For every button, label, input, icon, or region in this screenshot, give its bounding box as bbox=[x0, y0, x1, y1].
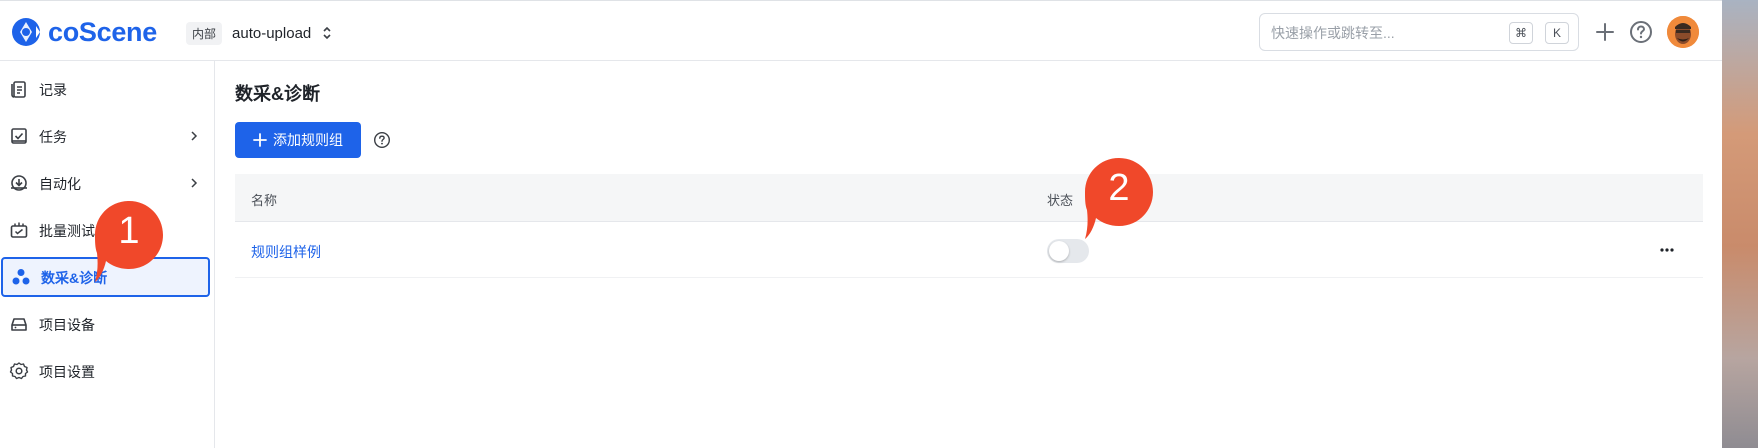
column-header-name: 名称 bbox=[251, 193, 278, 208]
tasks-icon bbox=[11, 128, 27, 144]
add-rule-group-label: 添加规则组 bbox=[273, 132, 343, 148]
annotation-number: 2 bbox=[1108, 167, 1130, 209]
plus-icon[interactable] bbox=[1592, 19, 1618, 45]
project-visibility-badge: 内部 bbox=[186, 21, 223, 45]
annotation-number: 1 bbox=[118, 210, 140, 252]
devices-icon bbox=[11, 318, 27, 331]
sidebar-item-tasks[interactable]: 任务 bbox=[0, 116, 211, 156]
sidebar-item-settings[interactable]: 项目设置 bbox=[0, 351, 211, 391]
table-header: 名称 状态 bbox=[235, 174, 1703, 222]
batch-test-icon bbox=[10, 222, 28, 238]
sidebar-item-label: 任务 bbox=[39, 129, 67, 145]
project-switcher[interactable]: 内部 auto-upload bbox=[186, 21, 333, 45]
project-name: auto-upload bbox=[232, 24, 312, 42]
automation-icon bbox=[11, 175, 27, 191]
status-toggle[interactable] bbox=[1047, 239, 1089, 263]
command-search[interactable]: ⌘ K bbox=[1259, 13, 1579, 51]
shortcut-k-key: K bbox=[1545, 22, 1569, 44]
sidebar-item-devices[interactable]: 项目设备 bbox=[0, 304, 211, 344]
sidebar-item-records[interactable]: 记录 bbox=[0, 69, 211, 109]
avatar-face-icon bbox=[1667, 16, 1699, 48]
coscene-logo-icon bbox=[12, 18, 40, 46]
user-avatar[interactable] bbox=[1667, 16, 1699, 48]
column-header-status: 状态 bbox=[1047, 193, 1074, 208]
plus-icon bbox=[253, 133, 267, 147]
more-actions-icon[interactable] bbox=[1655, 242, 1679, 258]
sidebar-item-automation[interactable]: 自动化 bbox=[0, 163, 211, 203]
top-header: coScene 内部 auto-upload ⌘ K bbox=[0, 0, 1722, 61]
annotation-marker-2: 2 bbox=[1082, 155, 1160, 241]
help-icon[interactable] bbox=[1628, 19, 1654, 45]
help-icon[interactable] bbox=[373, 131, 391, 149]
annotation-marker-1: 1 bbox=[92, 198, 170, 284]
sidebar-item-label: 项目设置 bbox=[39, 364, 95, 380]
page-title: 数采&诊断 bbox=[235, 84, 320, 104]
desktop-background-edge bbox=[1722, 0, 1758, 448]
chevron-right-icon bbox=[191, 131, 198, 141]
brand-logo[interactable]: coScene bbox=[10, 15, 157, 49]
toggle-knob bbox=[1049, 241, 1069, 261]
sidebar-item-label: 项目设备 bbox=[39, 317, 95, 333]
shortcut-cmd-key: ⌘ bbox=[1509, 22, 1533, 44]
chevron-up-down-icon bbox=[323, 26, 331, 40]
rule-group-name-link[interactable]: 规则组样例 bbox=[251, 242, 321, 262]
records-icon bbox=[11, 81, 26, 98]
app-window: coScene 内部 auto-upload ⌘ K bbox=[0, 0, 1722, 448]
table-row: 规则组样例 bbox=[235, 222, 1703, 278]
sidebar-item-label: 记录 bbox=[39, 82, 67, 98]
gear-icon bbox=[9, 362, 29, 380]
sidebar-item-label: 批量测试 bbox=[39, 223, 95, 239]
sidebar-item-label: 自动化 bbox=[39, 176, 81, 192]
main-content: 数采&诊断 添加规则组 名称 状态 规则组样例 bbox=[216, 61, 1722, 448]
chevron-right-icon bbox=[191, 178, 198, 188]
search-input[interactable] bbox=[1271, 23, 1501, 43]
add-rule-group-button[interactable]: 添加规则组 bbox=[235, 122, 361, 158]
brand-name: coScene bbox=[48, 16, 157, 47]
data-diagnosis-icon bbox=[12, 269, 30, 285]
